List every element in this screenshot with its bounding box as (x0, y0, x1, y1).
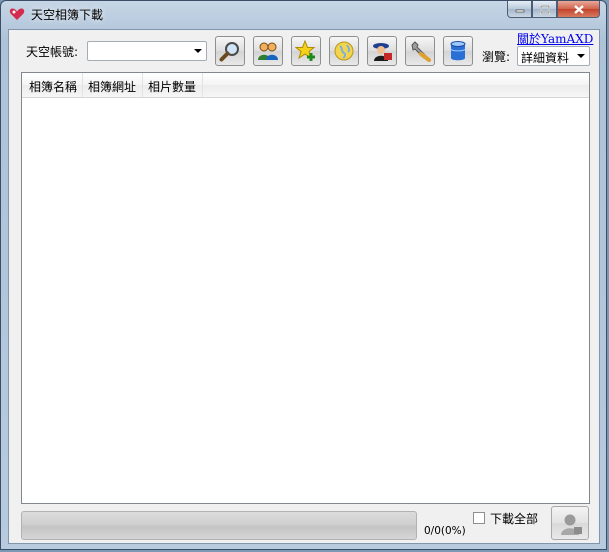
account-label: 天空帳號: (26, 45, 79, 59)
search-button[interactable] (215, 36, 245, 66)
window-title: 天空相簿下載 (31, 8, 104, 22)
list-header: 相簿名稱 相簿網址 相片數量 (22, 73, 589, 98)
minimize-icon (515, 9, 524, 13)
about-link[interactable]: 關於YamAXD (517, 30, 593, 47)
magnifier-icon (219, 42, 239, 62)
agent-button[interactable] (367, 36, 397, 66)
star-plus-icon (295, 40, 316, 61)
add-favorite-button[interactable] (291, 36, 321, 66)
account-combobox[interactable] (87, 41, 207, 61)
globe-icon (334, 41, 354, 61)
column-divider[interactable] (202, 73, 203, 97)
people-icon (258, 42, 278, 60)
main-window: 天空相簿下載 天空帳號: 關於YamAXD 瀏覽: 詳細資料 相簿名稱 相簿網址… (0, 0, 607, 550)
chevron-down-icon[interactable] (577, 54, 585, 58)
view-mode-combobox[interactable]: 詳細資料 (517, 46, 590, 66)
close-icon (573, 4, 584, 14)
app-heart-icon (9, 8, 25, 20)
title-bar[interactable]: 天空相簿下載 (1, 1, 606, 27)
column-divider[interactable] (142, 73, 143, 97)
download-button[interactable] (551, 506, 589, 540)
agent-icon (373, 43, 392, 61)
column-divider[interactable] (82, 73, 83, 97)
maximize-button[interactable] (532, 1, 557, 18)
wrench-icon (411, 41, 431, 62)
download-progress-bar (21, 511, 417, 540)
album-list[interactable]: 相簿名稱 相簿網址 相片數量 (21, 72, 590, 504)
column-header-album-name[interactable]: 相簿名稱 (29, 78, 77, 95)
maximize-icon (539, 4, 550, 14)
database-icon (450, 41, 466, 61)
download-all-label[interactable]: 下載全部 (490, 510, 538, 527)
close-button[interactable] (557, 1, 600, 18)
column-header-photo-count[interactable]: 相片數量 (148, 78, 196, 95)
view-mode-value[interactable]: 詳細資料 (521, 49, 569, 66)
minimize-button[interactable] (507, 1, 532, 18)
download-user-icon (561, 514, 582, 535)
download-all-checkbox[interactable] (473, 512, 485, 524)
chevron-down-icon[interactable] (194, 49, 202, 53)
settings-button[interactable] (405, 36, 435, 66)
friends-button[interactable] (253, 36, 283, 66)
caption-buttons (507, 1, 600, 18)
storage-button[interactable] (443, 36, 473, 66)
progress-text: 0/0(0%) (424, 525, 466, 537)
web-button[interactable] (329, 36, 359, 66)
column-header-album-url[interactable]: 相簿網址 (88, 78, 136, 95)
view-label: 瀏覽: (482, 50, 511, 64)
